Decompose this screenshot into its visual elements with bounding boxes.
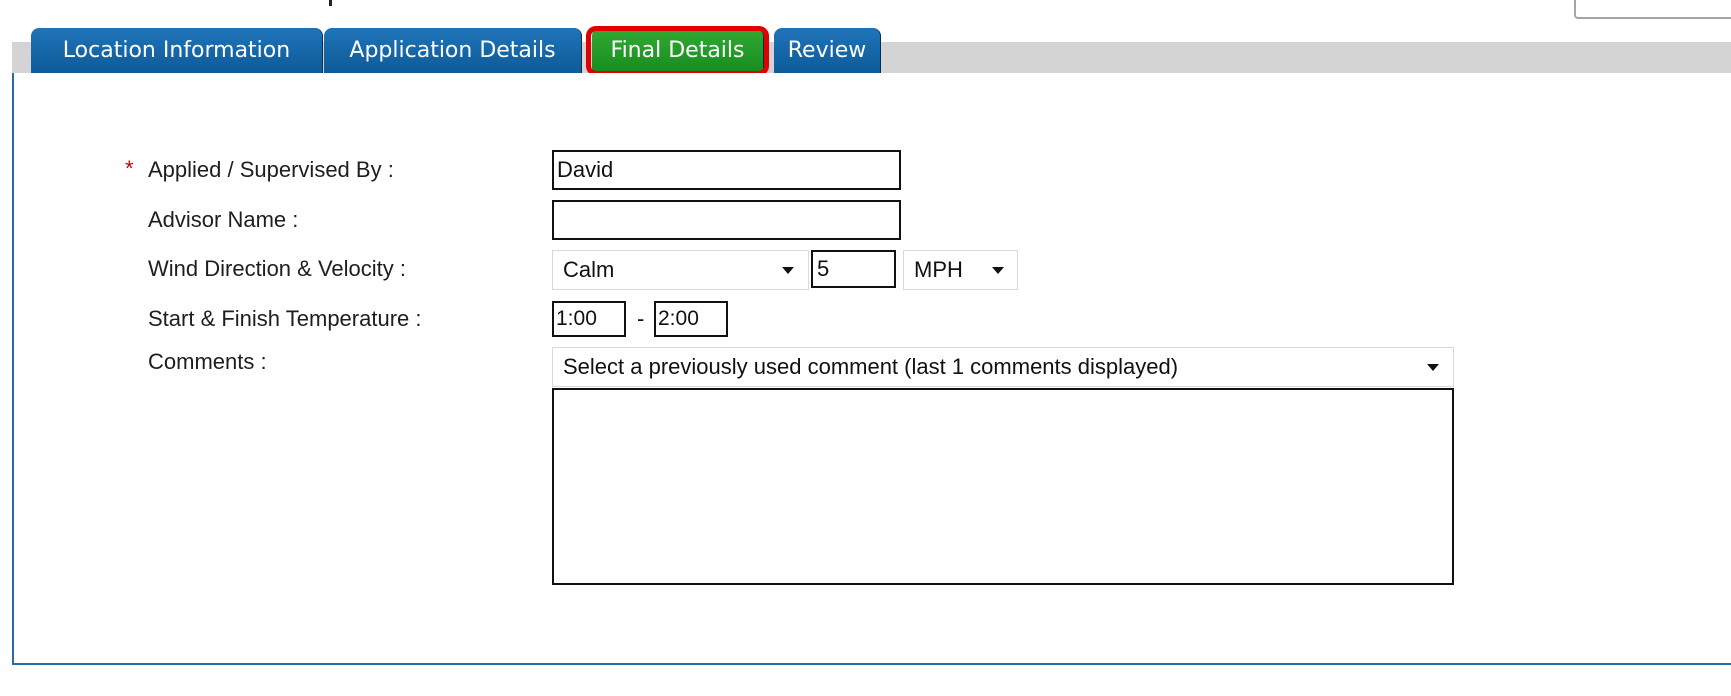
applied-supervised-by-label: Applied / Supervised By :	[148, 157, 394, 182]
chevron-down-icon	[992, 267, 1004, 274]
comments-textarea[interactable]	[552, 388, 1454, 585]
previous-comment-select[interactable]: Select a previously used comment (last 1…	[552, 347, 1454, 387]
required-field-indicator: *	[125, 156, 134, 181]
start-temperature-input[interactable]	[552, 301, 626, 337]
start-finish-temperature-label: Start & Finish Temperature :	[148, 306, 422, 331]
comments-label: Comments :	[148, 349, 267, 374]
chevron-down-icon	[782, 267, 794, 274]
top-right-control[interactable]	[1574, 0, 1731, 19]
wind-unit-select[interactable]: MPH	[903, 250, 1018, 290]
wind-velocity-input[interactable]	[811, 250, 896, 288]
previous-comment-select-value: Select a previously used comment (last 1…	[563, 354, 1179, 379]
wind-direction-value: Calm	[563, 257, 615, 282]
chevron-down-icon	[1427, 364, 1439, 371]
wind-direction-select[interactable]: Calm	[552, 250, 809, 290]
temperature-range-separator: -	[637, 306, 645, 331]
final-details-page: Location Information Application Details…	[0, 0, 1731, 696]
tab-final-details[interactable]: Final Details	[592, 28, 764, 74]
advisor-name-input[interactable]	[552, 200, 901, 240]
tab-application-details[interactable]: Application Details	[324, 28, 582, 74]
wind-direction-velocity-label: Wind Direction & Velocity :	[148, 256, 406, 281]
applied-supervised-by-input[interactable]	[552, 150, 901, 190]
advisor-name-label: Advisor Name :	[148, 207, 299, 232]
finish-temperature-input[interactable]	[654, 301, 728, 337]
top-divider-mark	[329, 0, 332, 6]
wind-unit-value: MPH	[914, 257, 963, 282]
tab-location-information[interactable]: Location Information	[31, 28, 323, 74]
tab-review[interactable]: Review	[774, 28, 881, 74]
